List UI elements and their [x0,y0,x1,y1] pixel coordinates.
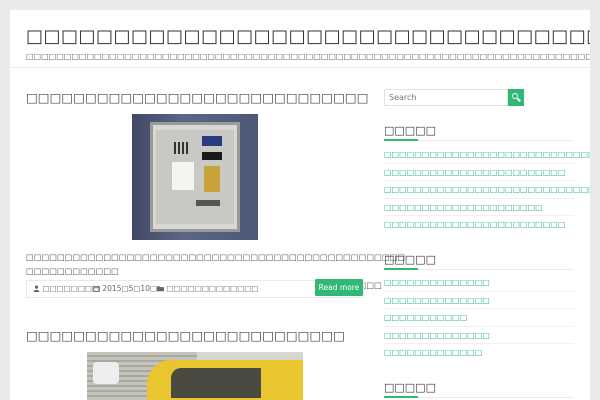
page: □□□□□□□□□□□□□□□□□□□□□□□□□□□□□□□□ □□□□□ □□… [10,10,590,400]
widget-accent [384,268,418,270]
folder-icon [157,286,164,292]
thumbnail-speaker [174,142,188,154]
post-category-text: □□□□□□□□□□□□□ [166,284,259,293]
widget-link[interactable]: □□□□□□□□□□□ [384,313,467,322]
widget-separator [384,343,574,344]
site-title[interactable]: □□□□□□□□□□□□□□□□□□□□□□□□□□□□□□□□□□□□□ [26,26,590,47]
widget-link[interactable]: □□□□□□□□□□□□□ [384,348,482,357]
thumbnail-graffiti [93,362,119,384]
widget-separator [384,326,574,327]
thumbnail-lcd [202,152,222,160]
post-meta: □□□□□□□□ 2015□5□10□ □□□□□□□□□□□□□ [26,280,364,298]
widget-title: □□□□□ [384,253,436,266]
post-thumbnail-intercom[interactable] [132,114,258,240]
post-thumbnail-taxi[interactable] [87,352,303,400]
thumbnail-windshield [171,368,261,398]
post-title[interactable]: □□□□□□□□□□□□□□□□□□□□□□□□□□□ [26,328,345,343]
widget-link[interactable]: □□□□□□□□□□□□□□□□□□□□□□□□ [384,220,565,229]
post-category[interactable]: □□□□□□□□□□□□□ [157,284,259,293]
widget-link[interactable]: □□□□□□□□□□□□□□ [384,296,490,305]
thumbnail-keypad [204,166,220,192]
widget-title: □□□□□ [384,381,436,394]
widget-separator [384,308,574,309]
calendar-icon [93,285,100,292]
widget-title: □□□□□ [384,124,436,137]
widget-separator [384,163,574,164]
post-author-name: □□□□□□□□ [42,284,100,293]
widget-link[interactable]: □□□□□□□□□□□□□□□□□□□□□□□□□□□□ [384,150,590,159]
thumbnail-sticker [172,162,194,190]
widget-separator [384,180,574,181]
user-icon [33,285,40,292]
widget-link[interactable]: □□□□□□□□□□□□□□□□□□□□□ [384,203,543,212]
search-button[interactable] [508,89,524,106]
thumbnail-slot [196,200,220,206]
widget-accent [384,396,418,398]
post-date[interactable]: 2015□5□10□ [93,284,157,293]
widget-link[interactable]: □□□□□□□□□□□□□□□□□□□□□□□□ [384,168,565,177]
widget-link[interactable]: □□□□□□□□□□□□□□□□□□□□□□□□□□□□□ [384,185,590,194]
widget-link[interactable]: □□□□□□□□□□□□□□ [384,278,490,287]
read-more-button[interactable]: Read more [315,279,363,296]
thumbnail-inner [156,130,234,224]
search-icon-handle [517,97,521,102]
site-header: □□□□□□□□□□□□□□□□□□□□□□□□□□□□□□□□ □□□□□ □□… [10,10,590,68]
thumbnail-screen [202,136,222,146]
widget-separator [384,198,574,199]
widget-separator [384,291,574,292]
site-description: □□□□□□□□□□□□□□□□□□□□□□□□□□□□□□□□□□□□□□□□… [26,52,590,61]
post-excerpt-line: □□□□□□□□□□□□□□□□□□□□□□□□□□□□□□□□□□□□□□□□… [26,252,406,276]
widget-accent [384,139,418,141]
post-title[interactable]: □□□□□□□□□□□□□□□□□□□□□□□□□□□□□ [26,90,369,105]
post-date-text: 2015□5□10□ [102,284,158,293]
search-input[interactable] [384,89,508,106]
post-author[interactable]: □□□□□□□□ [33,284,99,293]
widget-separator [384,215,574,216]
widget-link[interactable]: □□□□□□□□□□□□□□ [384,331,490,340]
